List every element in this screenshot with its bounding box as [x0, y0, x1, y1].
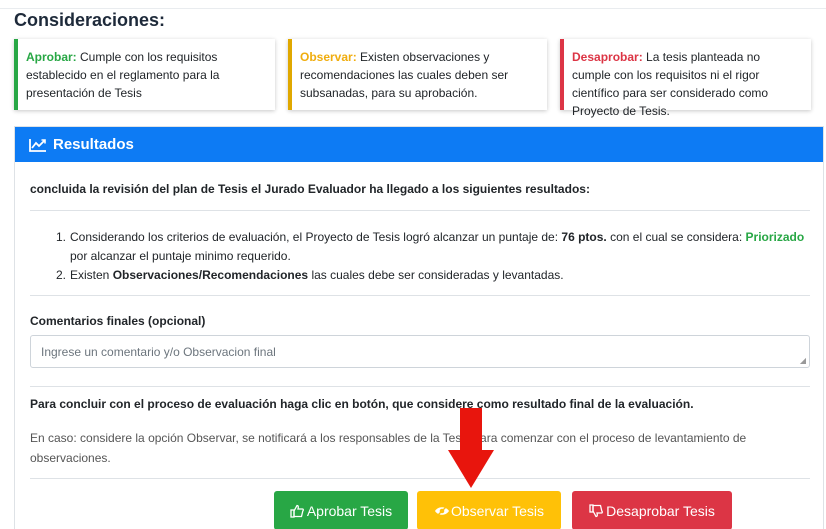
- results-panel-title: Resultados: [53, 136, 134, 153]
- card-desaprobar: Desaprobar: La tesis planteada no cumple…: [560, 39, 811, 118]
- card-desaprobar-keyword: Desaprobar:: [572, 50, 643, 64]
- eye-slash-icon: [434, 504, 449, 518]
- line-chart-icon: [29, 138, 47, 152]
- resize-grip-icon[interactable]: ◢: [800, 356, 806, 365]
- observe-thesis-button[interactable]: Observar Tesis: [417, 491, 561, 529]
- list-item: 2. Existen Observaciones/Recomendaciones …: [56, 266, 810, 285]
- conclude-instructions: Para concluir con el proceso de evaluaci…: [30, 397, 694, 411]
- results-panel: Resultados concluida la revisión del pla…: [14, 126, 824, 529]
- card-aprobar: Aprobar: Cumple con los requisitos estab…: [14, 39, 275, 110]
- observe-note: En caso: considere la opción Observar, s…: [30, 431, 747, 465]
- result-text: por alcanzar el puntaje minimo requerido…: [70, 249, 291, 263]
- results-panel-header: Resultados: [15, 127, 823, 162]
- card-observar: Observar: Existen observaciones y recome…: [288, 39, 547, 110]
- list-number: 1.: [56, 230, 67, 244]
- observations-label: Observaciones/Recomendaciones: [112, 268, 309, 282]
- list-number: 2.: [56, 268, 67, 282]
- page-title: Consideraciones:: [14, 10, 166, 30]
- observe-label: Observar Tesis: [450, 502, 545, 519]
- red-arrow-icon: [448, 408, 494, 488]
- card-aprobar-keyword: Aprobar:: [26, 50, 77, 64]
- disapprove-thesis-button[interactable]: Desaprobar Tesis: [572, 491, 732, 529]
- result-text: Existen: [70, 268, 113, 282]
- status-badge: Priorizado: [745, 230, 805, 244]
- divider: [30, 386, 810, 387]
- result-text: Considerando los criterios de evaluación…: [70, 230, 562, 244]
- comments-placeholder: Ingrese un comentario y/o Observacion fi…: [41, 345, 276, 359]
- comments-label: Comentarios finales (opcional): [30, 314, 206, 328]
- approve-label: Aprobar Tesis: [306, 502, 393, 519]
- card-observar-keyword: Observar:: [300, 50, 357, 64]
- disapprove-label: Desaprobar Tesis: [606, 502, 715, 519]
- considerations-cards: Aprobar: Cumple con los requisitos estab…: [14, 39, 811, 118]
- divider: [30, 478, 810, 479]
- score-value: 76 ptos.: [561, 230, 607, 244]
- approve-thesis-button[interactable]: Aprobar Tesis: [274, 491, 408, 529]
- thumbs-up-icon: [290, 504, 304, 518]
- divider: [30, 210, 810, 211]
- top-divider: [0, 0, 826, 9]
- thumbs-down-icon: [589, 503, 604, 518]
- results-list: 1. Considerando los criterios de evaluaci…: [56, 228, 810, 285]
- results-intro: concluida la revisión del plan de Tesis …: [30, 182, 590, 196]
- divider: [30, 295, 810, 296]
- list-item: 1. Considerando los criterios de evaluaci…: [56, 228, 810, 266]
- comments-textarea[interactable]: Ingrese un comentario y/o Observacion fi…: [30, 335, 810, 368]
- result-text: las cuales debe ser consideradas y levan…: [308, 268, 564, 282]
- result-text: con el cual se considera:: [606, 230, 746, 244]
